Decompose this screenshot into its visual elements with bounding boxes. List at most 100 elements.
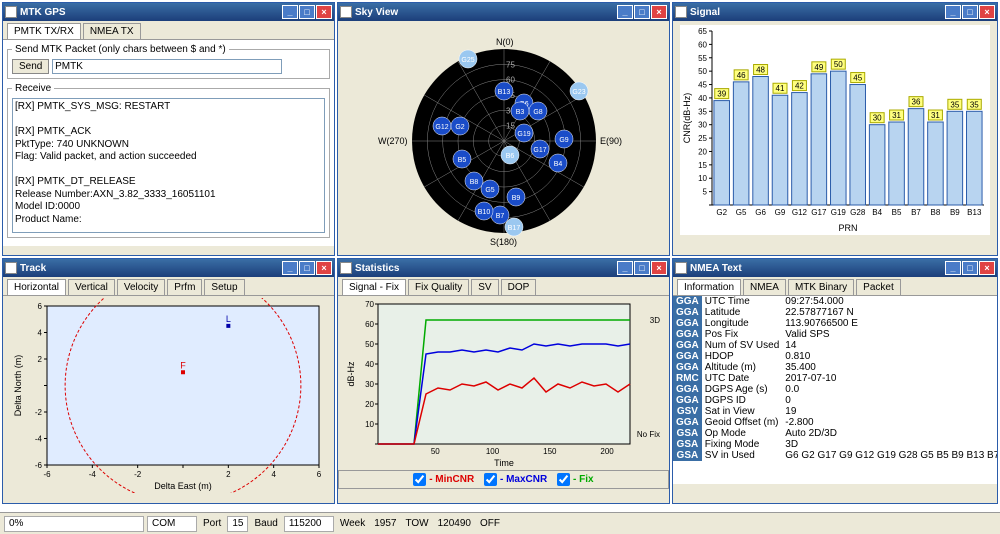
titlebar-sky[interactable]: Sky View _ □ × — [338, 3, 669, 21]
close-button[interactable]: × — [979, 5, 995, 19]
nmea-row[interactable]: RMCUTC Date2017-07-10 — [673, 373, 997, 384]
tab-nmea[interactable]: NMEA — [743, 279, 786, 295]
tab-signal-fix[interactable]: Signal - Fix — [342, 279, 406, 295]
tab-packet[interactable]: Packet — [856, 279, 901, 295]
tab-fix-quality[interactable]: Fix Quality — [408, 279, 469, 295]
nmea-scroll[interactable]: GGAUTC Time09:27:54.000GGALatitude22.578… — [673, 296, 997, 484]
svg-text:-2: -2 — [134, 470, 142, 479]
svg-text:G9: G9 — [559, 137, 568, 144]
minimize-button[interactable]: _ — [617, 261, 633, 275]
nmea-row[interactable]: GGANum of SV Used14 — [673, 340, 997, 351]
receive-legend: Receive — [12, 83, 54, 94]
stats-icon — [340, 262, 352, 274]
svg-text:G2: G2 — [716, 208, 727, 217]
svg-text:75: 75 — [506, 60, 515, 69]
tab-velocity[interactable]: Velocity — [117, 279, 165, 295]
maximize-button[interactable]: □ — [299, 5, 315, 19]
svg-text:31: 31 — [892, 111, 901, 120]
tab-setup[interactable]: Setup — [204, 279, 244, 295]
svg-text:-4: -4 — [34, 435, 42, 444]
nmea-row[interactable]: GGAGeoid Offset (m)-2.800 — [673, 417, 997, 428]
send-button[interactable]: Send — [12, 59, 49, 74]
legend-check-MinCNR[interactable] — [413, 473, 426, 486]
tab-information[interactable]: Information — [677, 279, 741, 295]
status-bar: 0% COM Port 15 Baud 115200 Week 1957 TOW… — [0, 512, 1000, 534]
close-button[interactable]: × — [979, 261, 995, 275]
nmea-row[interactable]: GGALongitude113.90766500 E — [673, 318, 997, 329]
tab-mtk-binary[interactable]: MTK Binary — [788, 279, 854, 295]
svg-text:48: 48 — [756, 66, 765, 75]
svg-text:G5: G5 — [736, 208, 747, 217]
svg-text:G5: G5 — [485, 187, 494, 194]
svg-text:70: 70 — [365, 300, 374, 309]
title: Track — [20, 263, 46, 274]
minimize-button[interactable]: _ — [945, 5, 961, 19]
svg-text:B17: B17 — [507, 225, 520, 232]
nmea-row[interactable]: GSASV in UsedG6 G2 G17 G9 G12 G19 G28 G5… — [673, 450, 997, 461]
close-button[interactable]: × — [316, 261, 332, 275]
maximize-button[interactable]: □ — [962, 5, 978, 19]
receive-textarea[interactable]: [RX] PMTK_SYS_MSG: RESTART [RX] PMTK_ACK… — [12, 98, 325, 233]
mtk-tabs: PMTK TX/RX NMEA TX — [3, 21, 334, 40]
tab-nmea-tx[interactable]: NMEA TX — [83, 23, 141, 39]
tab-prfm[interactable]: Prfm — [167, 279, 202, 295]
send-combo[interactable] — [52, 59, 282, 74]
app-icon — [5, 6, 17, 18]
tab-horizontal[interactable]: Horizontal — [7, 279, 66, 295]
com-combo[interactable]: COM — [147, 516, 197, 532]
titlebar-signal[interactable]: Signal _ □ × — [673, 3, 997, 21]
maximize-button[interactable]: □ — [634, 5, 650, 19]
nmea-row[interactable]: GGADGPS ID0 — [673, 395, 997, 406]
minimize-button[interactable]: _ — [282, 261, 298, 275]
stat-tabs: Signal - FixFix QualitySVDOP — [338, 277, 669, 296]
close-button[interactable]: × — [316, 5, 332, 19]
nmea-row[interactable]: GSAFixing Mode3D — [673, 439, 997, 450]
svg-text:G6: G6 — [755, 208, 766, 217]
svg-text:N(0): N(0) — [496, 37, 514, 47]
nmea-row[interactable]: GGAHDOP0.810 — [673, 351, 997, 362]
tab-pmtk-txrx[interactable]: PMTK TX/RX — [7, 23, 81, 39]
close-button[interactable]: × — [651, 261, 667, 275]
nmea-row[interactable]: GSAOp ModeAuto 2D/3D — [673, 428, 997, 439]
svg-text:2: 2 — [37, 355, 42, 364]
svg-text:10: 10 — [698, 174, 707, 183]
nmea-table: GGAUTC Time09:27:54.000GGALatitude22.578… — [673, 296, 997, 461]
svg-text:35: 35 — [970, 100, 979, 109]
nmea-row[interactable]: GGAAltitude (m)35.400 — [673, 362, 997, 373]
sky-icon — [340, 6, 352, 18]
svg-text:4: 4 — [271, 470, 276, 479]
svg-text:G19: G19 — [831, 208, 847, 217]
baud-value[interactable]: 115200 — [284, 516, 334, 532]
svg-text:2: 2 — [226, 470, 231, 479]
nmea-row[interactable]: GSVSat in View19 — [673, 406, 997, 417]
svg-text:-4: -4 — [88, 470, 96, 479]
svg-text:B13: B13 — [497, 89, 510, 96]
svg-text:B4: B4 — [872, 208, 882, 217]
maximize-button[interactable]: □ — [962, 261, 978, 275]
minimize-button[interactable]: _ — [945, 261, 961, 275]
titlebar-mtk[interactable]: MTK GPS _ □ × — [3, 3, 334, 21]
tab-sv[interactable]: SV — [471, 279, 498, 295]
title: Signal — [690, 7, 720, 18]
minimize-button[interactable]: _ — [282, 5, 298, 19]
titlebar-nmea[interactable]: NMEA Text _ □ × — [673, 259, 997, 277]
titlebar-stats[interactable]: Statistics _ □ × — [338, 259, 669, 277]
titlebar-track[interactable]: Track _ □ × — [3, 259, 334, 277]
maximize-button[interactable]: □ — [299, 261, 315, 275]
nmea-row[interactable]: GGALatitude22.57877167 N — [673, 307, 997, 318]
legend-check-Fix[interactable] — [557, 473, 570, 486]
nmea-row[interactable]: GGADGPS Age (s)0.0 — [673, 384, 997, 395]
close-button[interactable]: × — [651, 5, 667, 19]
port-value[interactable]: 15 — [227, 516, 248, 532]
maximize-button[interactable]: □ — [634, 261, 650, 275]
svg-text:50: 50 — [430, 447, 439, 456]
tab-vertical[interactable]: Vertical — [68, 279, 115, 295]
svg-text:PRN: PRN — [838, 223, 857, 233]
tab-dop[interactable]: DOP — [501, 279, 537, 295]
svg-text:-6: -6 — [34, 461, 42, 470]
nmea-row[interactable]: GGAUTC Time09:27:54.000 — [673, 296, 997, 307]
legend-check-MaxCNR[interactable] — [484, 473, 497, 486]
nmea-tabs: InformationNMEAMTK BinaryPacket — [673, 277, 997, 296]
minimize-button[interactable]: _ — [617, 5, 633, 19]
nmea-row[interactable]: GGAPos FixValid SPS — [673, 329, 997, 340]
